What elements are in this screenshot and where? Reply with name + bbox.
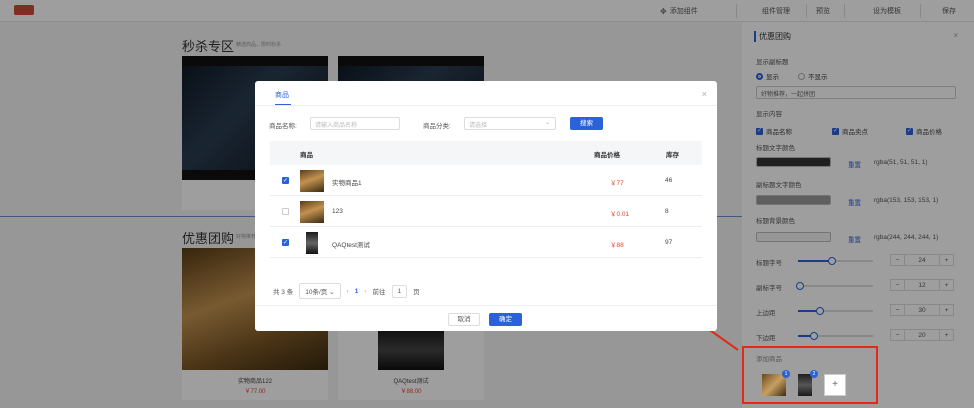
panel-title: 优惠团购 xyxy=(754,31,791,42)
next-page-icon[interactable]: › xyxy=(364,288,366,295)
page-number[interactable]: 1 xyxy=(355,288,359,295)
row-checkbox[interactable]: ✓ xyxy=(282,177,289,184)
goods-thumb xyxy=(300,201,324,223)
divider xyxy=(255,305,717,306)
show-content-label: 显示内容 xyxy=(756,111,782,118)
checkbox-goods-name[interactable]: ✓ 商品名称 xyxy=(756,126,792,136)
checkbox-goods-price[interactable]: ✓ 商品价格 xyxy=(906,126,942,136)
category-label: 商品分类: xyxy=(423,123,451,130)
title-size-slider[interactable] xyxy=(798,257,873,265)
reset-button[interactable]: 重置 xyxy=(848,197,861,207)
slider-label: 上边距 xyxy=(756,310,776,317)
table-header: 商品 商品价格 库存 xyxy=(270,141,702,165)
total-count: 共 3 条 xyxy=(273,289,294,296)
bg-color-picker[interactable] xyxy=(756,232,831,242)
goods-name-input[interactable]: 请输入商品名称 xyxy=(310,117,400,130)
reset-button[interactable]: 重置 xyxy=(848,234,861,244)
title-color-value: rgba(51, 51, 51, 1) xyxy=(874,159,928,166)
goods-thumb xyxy=(306,232,318,254)
add-goods-label: 添加商品 xyxy=(756,356,782,363)
table-row[interactable]: ✓ QAQtest测试 ￥88 97 xyxy=(270,228,702,258)
row-checkbox[interactable]: ✓ xyxy=(282,239,289,246)
confirm-button[interactable]: 确定 xyxy=(489,313,522,326)
top-margin-stepper[interactable]: −30 + xyxy=(890,304,954,316)
title-size-stepper[interactable]: −24 + xyxy=(890,254,954,266)
badge: 1 xyxy=(782,370,790,378)
pagination: 共 3 条 10条/页 ⌄ ‹ 1 › 前往 1 页 xyxy=(273,283,420,299)
row-checkbox[interactable] xyxy=(282,208,289,215)
top-margin-slider[interactable] xyxy=(798,307,873,315)
slider-label: 副标字号 xyxy=(756,285,782,292)
table-row[interactable]: ✓ 实物商品1 ￥77 46 xyxy=(270,166,702,196)
goto-label: 前往 xyxy=(372,289,386,296)
table-row[interactable]: 123 ￥0.01 8 xyxy=(270,197,702,227)
page-unit: 页 xyxy=(413,289,420,296)
add-goods-button[interactable]: + xyxy=(824,374,846,396)
subtitle-color-picker[interactable] xyxy=(756,195,831,205)
search-button[interactable]: 搜索 xyxy=(570,117,603,130)
add-goods-section: 添加商品 1 2 + xyxy=(742,346,878,404)
page-size-select[interactable]: 10条/页 ⌄ xyxy=(299,283,341,299)
tab-goods[interactable]: 商品 xyxy=(275,90,289,100)
goods-thumb xyxy=(300,170,324,192)
bg-color-value: rgba(244, 244, 244, 1) xyxy=(874,234,939,241)
slider-label: 标题字号 xyxy=(756,260,782,267)
bottom-margin-slider[interactable] xyxy=(798,332,873,340)
subtitle-input[interactable]: 好物推荐，一起拼团 xyxy=(756,86,956,99)
radio-hide[interactable]: 不显示 xyxy=(798,71,828,81)
bg-color-label: 标题背景颜色 xyxy=(756,218,795,225)
title-color-label: 标题文字颜色 xyxy=(756,145,795,152)
title-color-picker[interactable] xyxy=(756,157,831,167)
show-subtitle-label: 显示副标题 xyxy=(756,59,789,66)
chevron-down-icon: ⌄ xyxy=(544,120,550,126)
cancel-button[interactable]: 取消 xyxy=(448,313,480,326)
subtitle-color-label: 副标题文字颜色 xyxy=(756,182,802,189)
badge: 2 xyxy=(810,370,818,378)
selected-goods-thumb[interactable] xyxy=(762,374,786,396)
goto-input[interactable]: 1 xyxy=(391,284,408,298)
bottom-margin-stepper[interactable]: −20 + xyxy=(890,329,954,341)
subtitle-size-slider[interactable] xyxy=(796,282,873,290)
divider xyxy=(255,105,717,106)
prev-page-icon[interactable]: ‹ xyxy=(347,288,349,295)
radio-show[interactable]: 显示 xyxy=(756,71,779,81)
selected-goods-thumb[interactable] xyxy=(798,374,812,396)
reset-button[interactable]: 重置 xyxy=(848,159,861,169)
goods-name-label: 商品名称: xyxy=(269,123,297,130)
close-icon[interactable]: × xyxy=(953,31,958,40)
goods-select-dialog: 商品 × 商品名称: 请输入商品名称 商品分类: 请选择 ⌄ 搜索 商品 商品价… xyxy=(255,81,717,331)
subtitle-color-value: rgba(153, 153, 153, 1) xyxy=(874,197,939,204)
checkbox-goods-selling[interactable]: ✓ 商品卖点 xyxy=(832,126,868,136)
category-select[interactable]: 请选择 ⌄ xyxy=(464,117,556,130)
close-icon[interactable]: × xyxy=(702,89,707,99)
slider-label: 下边距 xyxy=(756,335,776,342)
subtitle-size-stepper[interactable]: −12 + xyxy=(890,279,954,291)
